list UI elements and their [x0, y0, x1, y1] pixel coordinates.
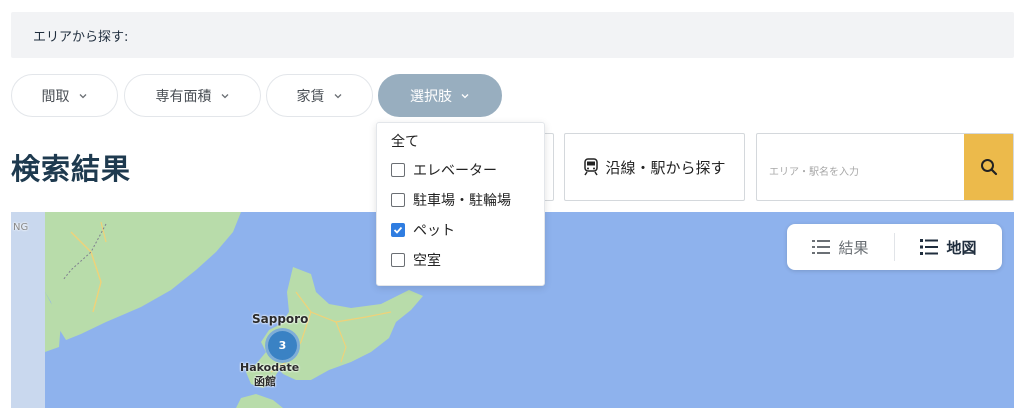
map-city-sapporo: Sapporo — [252, 312, 309, 326]
list-view-button[interactable]: 結果 — [787, 237, 894, 258]
option-label: ペット — [413, 223, 455, 239]
chevron-down-icon — [334, 93, 341, 98]
checkbox[interactable] — [391, 253, 405, 267]
checkmark-icon — [393, 226, 403, 234]
station-search-button[interactable]: 沿線・駅から探す — [564, 133, 745, 201]
area-keyword-input[interactable] — [757, 134, 965, 200]
option-label: 駐車場・駐輪場 — [413, 193, 511, 209]
filter-area-size-button[interactable]: 専有面積 — [124, 74, 261, 117]
search-icon — [980, 159, 997, 176]
map-cluster-marker[interactable]: 3 — [265, 328, 300, 363]
view-toggle: 結果 地図 — [787, 224, 1002, 270]
map-city-hakodate-jp: 函館 — [254, 375, 276, 388]
option-pet[interactable]: ペット — [391, 215, 544, 245]
select-all-option[interactable]: 全て — [391, 129, 544, 155]
cluster-count: 3 — [278, 339, 287, 352]
map-list-icon — [920, 239, 939, 255]
map-view-label: 地図 — [946, 238, 977, 257]
area-search-bar[interactable]: エリアから探す: — [11, 12, 1014, 58]
list-view-label: 結果 — [838, 238, 869, 257]
map-edge-label: NG — [13, 222, 29, 233]
filter-rent-button[interactable]: 家賃 — [266, 74, 373, 117]
checkbox[interactable] — [391, 193, 405, 207]
filter-options-label: 選択肢 — [410, 88, 452, 105]
filter-layout-label: 間取 — [41, 88, 70, 105]
area-search-label: エリアから探す: — [33, 29, 129, 45]
chevron-down-icon — [79, 93, 86, 98]
option-vacancy[interactable]: 空室 — [391, 245, 544, 275]
option-parking[interactable]: 駐車場・駐輪場 — [391, 185, 544, 215]
option-label: 空室 — [413, 253, 441, 269]
station-search-label: 沿線・駅から探す — [605, 158, 726, 177]
filter-rent-label: 家賃 — [296, 88, 325, 105]
options-dropdown: 全て エレベーター 駐車場・駐輪場 ペット 空室 — [376, 122, 545, 286]
chevron-down-icon — [221, 93, 228, 98]
area-keyword-search — [756, 133, 1014, 201]
option-label: エレベーター — [413, 163, 497, 179]
filter-area-size-label: 専有面積 — [155, 88, 212, 105]
map-view-button[interactable]: 地図 — [895, 237, 1002, 258]
chevron-down-icon — [461, 93, 469, 98]
option-elevator[interactable]: エレベーター — [391, 155, 544, 185]
train-icon — [584, 158, 599, 176]
filter-layout-button[interactable]: 間取 — [11, 74, 118, 117]
checkbox-checked[interactable] — [391, 223, 405, 237]
list-icon — [812, 240, 831, 254]
checkbox[interactable] — [391, 163, 405, 177]
search-button[interactable] — [964, 134, 1013, 200]
filter-options-button[interactable]: 選択肢 — [378, 74, 502, 117]
page-title: 検索結果 — [11, 152, 132, 186]
